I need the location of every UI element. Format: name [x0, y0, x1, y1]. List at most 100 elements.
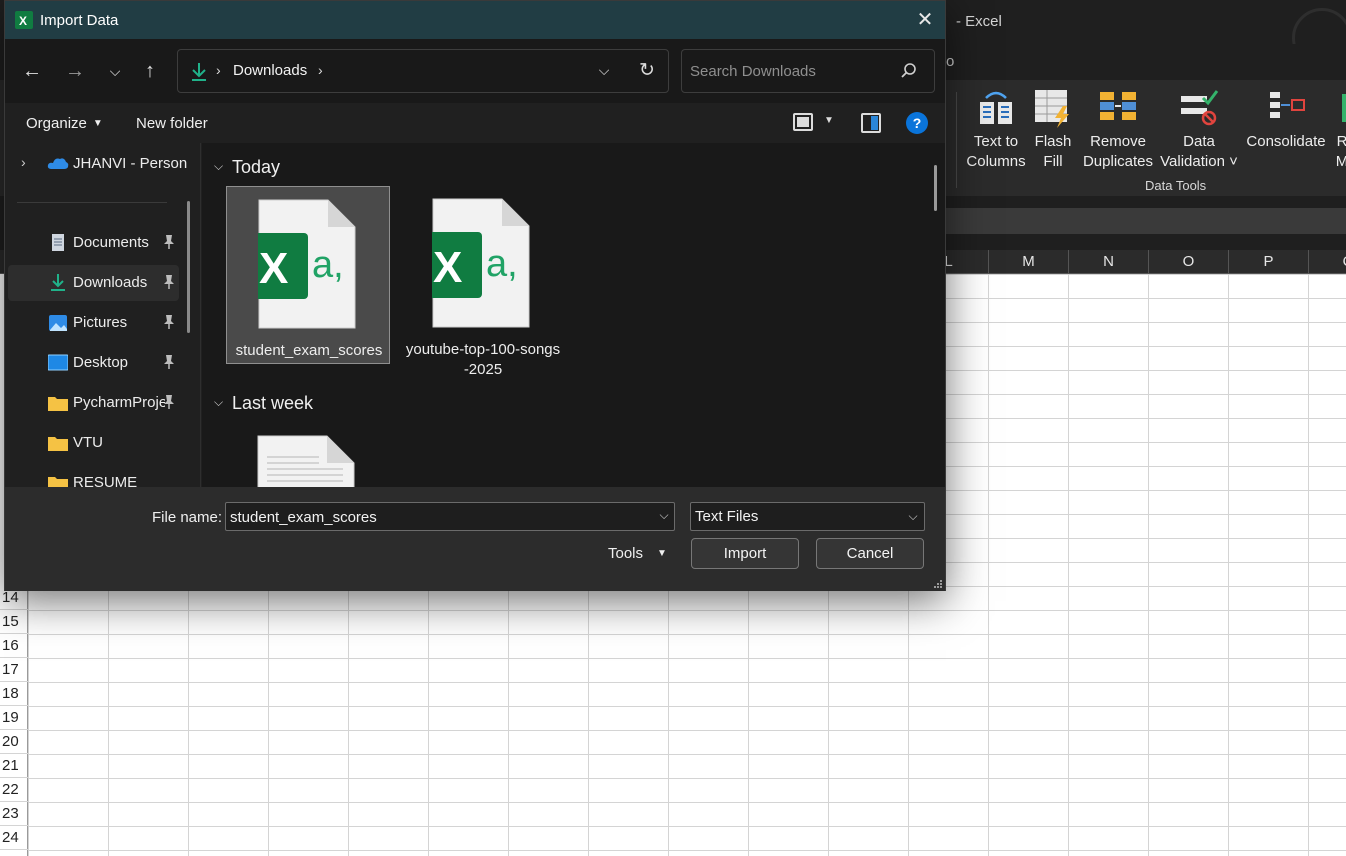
excel-window-title: - Excel	[956, 13, 1002, 30]
recent-locations-icon[interactable]: ⌵	[101, 57, 129, 85]
forward-icon[interactable]: →	[61, 57, 89, 85]
row-header[interactable]: 15	[0, 610, 28, 634]
sidebar-item-desktop[interactable]: Desktop	[8, 345, 179, 381]
pin-icon[interactable]	[162, 394, 176, 410]
view-options-caret-icon[interactable]: ▼	[824, 115, 834, 126]
onedrive-cloud-icon	[47, 158, 69, 169]
sidebar-item-downloads[interactable]: Downloads	[8, 265, 179, 301]
folder-icon	[48, 437, 68, 451]
sidebar-item-pictures[interactable]: Pictures	[8, 305, 179, 341]
sidebar-scrollbar[interactable]	[187, 201, 190, 333]
preview-pane-icon[interactable]	[861, 113, 881, 133]
pane-divider[interactable]	[200, 143, 201, 487]
import-button[interactable]: Import	[691, 538, 799, 569]
navigation-bar: ← → ⌵ ↑ › Downloads › ⌵ ↻	[5, 39, 945, 103]
sidebar-divider	[17, 202, 167, 203]
file-type-select[interactable]: Text Files ⌵	[690, 502, 925, 531]
expand-chevron-icon[interactable]: ›	[21, 154, 26, 170]
row-header[interactable]: 22	[0, 778, 28, 802]
group-header-last-week[interactable]: ⌵ Last week	[214, 393, 313, 414]
search-icon[interactable]	[900, 62, 918, 80]
sidebar-item-resume[interactable]: RESUME	[8, 465, 179, 487]
navigation-pane: › JHANVI - Person Documents Downloads Pi…	[5, 143, 201, 487]
column-header[interactable]: P	[1228, 250, 1308, 274]
cancel-button[interactable]: Cancel	[816, 538, 924, 569]
file-name: student_exam_scores	[235, 342, 383, 359]
relationships-button[interactable]: R M	[1330, 88, 1346, 172]
row-header[interactable]: 17	[0, 658, 28, 682]
back-icon[interactable]: ←	[18, 57, 46, 85]
row-header[interactable]: 21	[0, 754, 28, 778]
svg-text:a,: a,	[486, 243, 518, 285]
close-icon[interactable]: ✕	[913, 9, 937, 31]
change-view-icon[interactable]	[793, 113, 813, 131]
group-header-today[interactable]: ⌵ Today	[214, 157, 280, 178]
breadcrumb-chevron-icon[interactable]: ›	[216, 62, 221, 78]
resize-grip-icon[interactable]	[933, 579, 943, 589]
text-file-icon	[257, 435, 355, 487]
row-header[interactable]: 16	[0, 634, 28, 658]
data-validation-button[interactable]: Data Validation ˅	[1157, 88, 1241, 172]
remove-duplicates-button[interactable]: Remove Duplicates	[1082, 88, 1154, 172]
dialog-footer: File name: ⌵ Text Files ⌵ Tools▼ Import …	[5, 487, 945, 591]
file-tile[interactable]: X a, youtube-top-100-songs-2025	[401, 186, 565, 378]
pictures-icon	[49, 315, 67, 331]
pin-icon[interactable]	[162, 354, 176, 370]
column-header[interactable]: O	[1148, 250, 1228, 274]
formula-input[interactable]	[946, 208, 1346, 234]
sidebar-item-vtu[interactable]: VTU	[8, 425, 179, 461]
chevron-down-icon[interactable]: ⌵	[656, 508, 672, 523]
file-tile[interactable]	[226, 423, 390, 487]
sidebar-item-onedrive[interactable]: › JHANVI - Person	[15, 153, 190, 177]
dialog-title: Import Data	[40, 12, 119, 29]
pin-icon[interactable]	[162, 234, 176, 250]
collapse-chevron-icon: ⌵	[214, 395, 224, 409]
relationships-icon	[1342, 94, 1346, 122]
address-dropdown-icon[interactable]: ⌵	[594, 60, 614, 80]
menu-tab-fragment[interactable]: o	[946, 53, 954, 70]
column-header[interactable]: M	[988, 250, 1068, 274]
search-box[interactable]	[681, 49, 935, 93]
refresh-icon[interactable]: ↻	[636, 60, 658, 82]
file-type-value: Text Files	[695, 508, 759, 525]
remove-duplicates-line1: Remove	[1090, 133, 1146, 150]
sidebar-item-documents[interactable]: Documents	[8, 225, 179, 261]
new-folder-button[interactable]: New folder	[136, 115, 208, 132]
file-list: ⌵ Today X a, student_exam_scores X a, you…	[202, 143, 945, 487]
address-bar[interactable]: › Downloads › ⌵ ↻	[177, 49, 669, 93]
consolidate-button[interactable]: Consolidate	[1244, 88, 1328, 152]
desktop-icon	[48, 354, 68, 371]
organize-button[interactable]: Organize ▼	[26, 115, 103, 132]
search-input[interactable]	[690, 60, 890, 82]
text-to-columns-button[interactable]: Text to Columns	[966, 88, 1026, 172]
file-list-scrollbar[interactable]	[934, 165, 937, 211]
file-name-input[interactable]	[230, 507, 650, 527]
caret-down-icon: ▼	[92, 118, 103, 129]
help-icon[interactable]: ?	[906, 112, 928, 134]
breadcrumb-chevron-icon[interactable]: ›	[318, 62, 323, 78]
pin-icon[interactable]	[162, 274, 176, 290]
pin-icon[interactable]	[162, 314, 176, 330]
text-to-columns-icon	[980, 91, 1012, 124]
svg-text:X: X	[19, 14, 27, 28]
tools-button[interactable]: Tools ▼	[608, 545, 667, 562]
up-icon[interactable]: ↑	[136, 57, 164, 85]
row-header[interactable]: 19	[0, 706, 28, 730]
file-name: youtube-top-100-songs-2025	[405, 341, 561, 378]
row-header[interactable]: 20	[0, 730, 28, 754]
relationships-line1: R	[1336, 133, 1346, 150]
row-header[interactable]: 18	[0, 682, 28, 706]
documents-icon	[52, 234, 64, 251]
row-header[interactable]: 23	[0, 802, 28, 826]
sidebar-item-pycharmprojects[interactable]: PycharmProje	[8, 385, 179, 421]
remove-duplicates-icon	[1100, 92, 1136, 120]
flash-fill-icon	[1035, 90, 1069, 128]
file-name-combobox[interactable]: ⌵	[225, 502, 675, 531]
consolidate-icon	[1270, 92, 1305, 118]
column-header[interactable]: N	[1068, 250, 1148, 274]
file-tile[interactable]: X a, student_exam_scores	[226, 186, 390, 364]
column-header[interactable]: Q	[1308, 250, 1346, 274]
row-header[interactable]: 24	[0, 826, 28, 850]
breadcrumb-downloads[interactable]: Downloads	[233, 62, 307, 79]
flash-fill-button[interactable]: Flash Fill	[1033, 88, 1073, 172]
